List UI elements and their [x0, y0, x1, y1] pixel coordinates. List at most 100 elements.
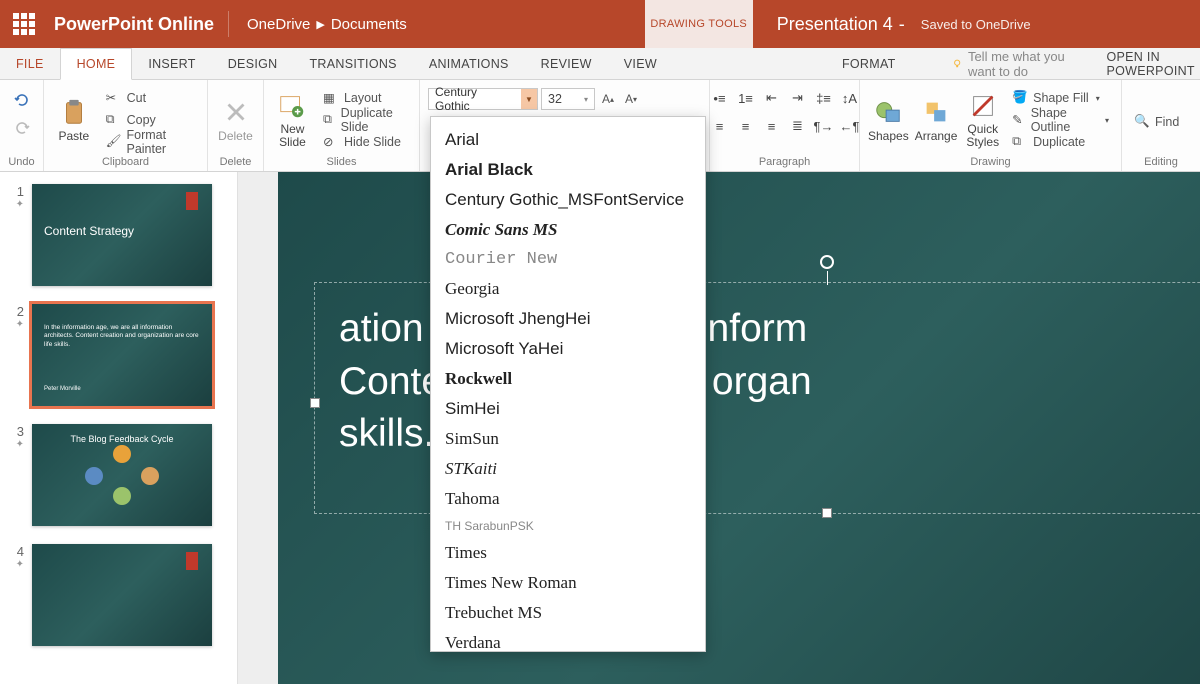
ribbon-tabs: FILE HOME INSERT DESIGN TRANSITIONS ANIM… [0, 48, 1200, 80]
contextual-tab-drawing-tools[interactable]: DRAWING TOOLS [645, 0, 753, 48]
font-option[interactable]: Courier New [431, 245, 705, 274]
redo-button[interactable] [12, 118, 32, 138]
font-option[interactable]: Trebuchet MS [431, 598, 705, 628]
breadcrumb-root[interactable]: OneDrive [247, 16, 310, 33]
font-option[interactable]: SimHei [431, 394, 705, 424]
align-center-button[interactable]: ≡ [736, 116, 756, 136]
bullets-button[interactable]: •≡ [710, 88, 730, 108]
line-spacing-button[interactable]: ‡≡ [814, 88, 834, 108]
format-painter-button[interactable]: 🖌Format Painter [102, 132, 199, 152]
increase-indent-button[interactable]: ⇥ [788, 88, 808, 108]
tab-transitions[interactable]: TRANSITIONS [293, 48, 412, 79]
resize-handle-left[interactable] [310, 398, 320, 408]
shrink-font-button[interactable]: A▾ [621, 89, 641, 109]
ltr-button[interactable]: ¶→ [814, 116, 834, 136]
tab-animations[interactable]: ANIMATIONS [413, 48, 525, 79]
tab-review[interactable]: REVIEW [525, 48, 608, 79]
paste-button[interactable]: Paste [52, 87, 96, 153]
breadcrumb-folder[interactable]: Documents [331, 16, 407, 33]
font-size-combo[interactable]: 32 ▾ [541, 88, 595, 110]
tab-format[interactable]: FORMAT [826, 48, 912, 79]
rotate-handle-icon[interactable] [820, 255, 834, 269]
font-option[interactable]: Tahoma [431, 484, 705, 514]
shape-outline-button[interactable]: ✎Shape Outline▾ [1008, 110, 1113, 130]
slide-thumbnail[interactable]: Content Strategy [32, 184, 212, 286]
undo-button[interactable] [12, 90, 32, 110]
font-option[interactable]: Arial [431, 125, 705, 155]
font-dropdown-menu[interactable]: ArialArial BlackCentury Gothic_MSFontSer… [430, 116, 706, 652]
font-option[interactable]: SimSun [431, 424, 705, 454]
tab-insert[interactable]: INSERT [132, 48, 211, 79]
open-in-powerpoint[interactable]: OPEN IN POWERPOINT [1106, 48, 1200, 79]
document-title[interactable]: Presentation 4 [777, 14, 893, 35]
shape-fill-button[interactable]: 🪣Shape Fill▾ [1008, 88, 1113, 108]
slide-number: 2 [10, 304, 24, 319]
layout-button[interactable]: ▦Layout [319, 88, 411, 108]
font-option[interactable]: Microsoft JhengHei [431, 304, 705, 334]
resize-handle-bottom[interactable] [822, 508, 832, 518]
font-name-combo[interactable]: Century Gothic ▼ [428, 88, 538, 110]
font-option[interactable]: STKaiti [431, 454, 705, 484]
align-right-button[interactable]: ≡ [762, 116, 782, 136]
decrease-indent-button[interactable]: ⇤ [762, 88, 782, 108]
font-option[interactable]: Georgia [431, 274, 705, 304]
font-size-dropdown-icon[interactable]: ▾ [578, 89, 594, 109]
duplicate-slide-button[interactable]: ⧉Duplicate Slide [319, 110, 411, 130]
justify-button[interactable]: ≣ [788, 116, 808, 136]
quick-styles-button[interactable]: Quick Styles [963, 87, 1002, 153]
bucket-icon: 🪣 [1012, 90, 1028, 106]
find-button[interactable]: 🔍Find [1130, 112, 1183, 132]
font-option[interactable]: Rockwell [431, 364, 705, 394]
font-name-value[interactable]: Century Gothic [429, 85, 521, 113]
thumbnail-row[interactable]: 4✦ [10, 544, 227, 646]
slide-thumbnail[interactable] [32, 544, 212, 646]
grow-font-button[interactable]: A▴ [598, 89, 618, 109]
tab-home[interactable]: HOME [60, 48, 133, 80]
delete-button[interactable]: Delete [216, 87, 255, 153]
numbering-button[interactable]: 1≡ [736, 88, 756, 108]
slide-number: 1 [10, 184, 24, 199]
cut-button[interactable]: ✂Cut [102, 88, 199, 108]
duplicate-button[interactable]: ⧉Duplicate [1008, 132, 1113, 152]
font-option[interactable]: TH SarabunPSK [431, 514, 705, 538]
transition-star-icon: ✦ [10, 319, 24, 330]
font-option[interactable]: Comic Sans MS [431, 215, 705, 245]
thumbnail-row[interactable]: 2✦ In the information age, we are all inf… [10, 304, 227, 406]
arrange-button[interactable]: Arrange [915, 87, 958, 153]
text-direction-button[interactable]: ↕A [840, 88, 860, 108]
tell-me-search[interactable]: Tell me what you want to do [952, 48, 1087, 79]
slide-thumbnail[interactable]: The Blog Feedback Cycle [32, 424, 212, 526]
rtl-button[interactable]: ←¶ [840, 116, 860, 136]
thumbnail-row[interactable]: 1✦Content Strategy [10, 184, 227, 286]
font-option[interactable]: Times New Roman [431, 568, 705, 598]
font-option[interactable]: Arial Black [431, 155, 705, 185]
font-option[interactable]: Microsoft YaHei [431, 334, 705, 364]
shapes-button[interactable]: Shapes [868, 87, 909, 153]
font-option[interactable]: Times [431, 538, 705, 568]
copy-button[interactable]: ⧉Copy [102, 110, 199, 130]
current-slide[interactable]: ation age, we are all inform Content cre… [278, 172, 1200, 684]
hide-slide-button[interactable]: ⊘Hide Slide [319, 132, 411, 152]
dash: - [899, 14, 905, 35]
breadcrumb[interactable]: OneDrive ▶ Documents [228, 11, 425, 37]
shapes-label: Shapes [868, 129, 909, 143]
save-status: Saved to OneDrive [921, 17, 1031, 32]
app-launcher-icon[interactable] [0, 0, 48, 48]
duplicate-slide-icon: ⧉ [323, 112, 336, 128]
align-left-button[interactable]: ≡ [710, 116, 730, 136]
tab-file[interactable]: FILE [0, 48, 60, 79]
new-slide-button[interactable]: New Slide [272, 87, 313, 153]
font-option[interactable]: Century Gothic_MSFontService [431, 185, 705, 215]
slide-number: 3 [10, 424, 24, 439]
font-name-dropdown-icon[interactable]: ▼ [521, 89, 537, 109]
thumbnail-row[interactable]: 3✦The Blog Feedback Cycle [10, 424, 227, 526]
slide-canvas[interactable]: ation age, we are all inform Content cre… [238, 172, 1200, 684]
font-option[interactable]: Verdana [431, 628, 705, 658]
font-size-value[interactable]: 32 [542, 92, 578, 106]
group-label-drawing: Drawing [860, 156, 1121, 171]
tab-view[interactable]: VIEW [608, 48, 673, 79]
slide-thumbnail-panel[interactable]: 1✦Content Strategy 2✦ In the information a… [0, 172, 238, 684]
slide-thumbnail[interactable]: In the information age, we are all infor… [32, 304, 212, 406]
title-bar: PowerPoint Online OneDrive ▶ Documents D… [0, 0, 1200, 48]
tab-design[interactable]: DESIGN [212, 48, 294, 79]
